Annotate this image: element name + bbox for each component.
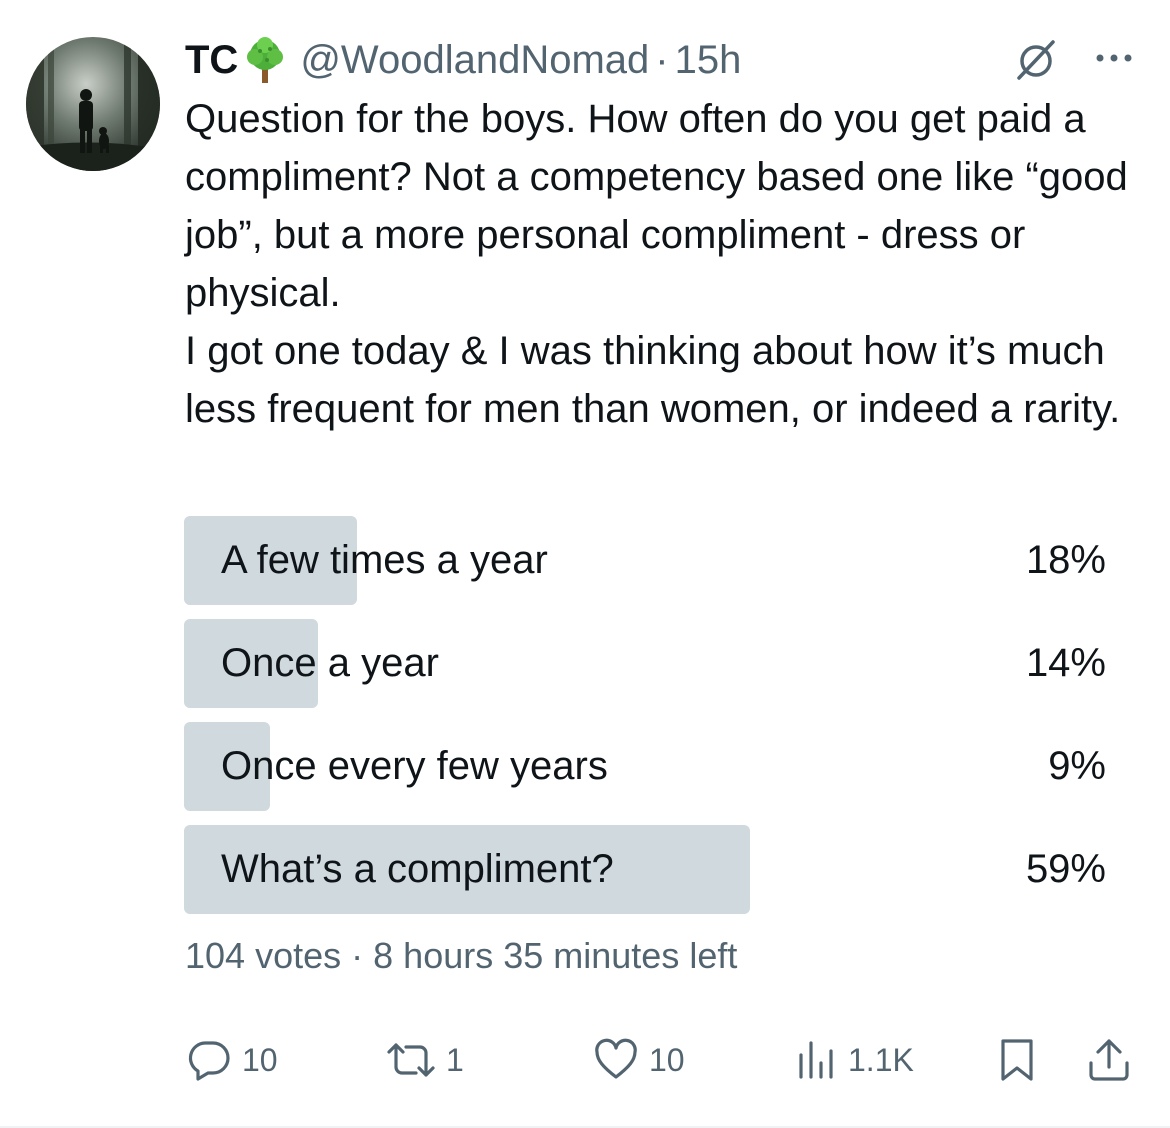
tweet-actions: 10 1 10 1.1K	[0, 1030, 1170, 1090]
retweet-button[interactable]: 1	[386, 1030, 464, 1090]
tweet-paragraph: I got one today & I was thinking about h…	[185, 329, 1121, 431]
tree-emoji-icon	[240, 35, 290, 85]
poll-meta: 104 votes · 8 hours 35 minutes left	[185, 935, 737, 977]
share-button[interactable]	[1086, 1030, 1132, 1090]
grok-icon[interactable]	[1014, 38, 1058, 82]
poll-time-left: 8 hours 35 minutes left	[373, 935, 738, 976]
poll-option: Once a year 14%	[184, 619, 1106, 708]
share-icon	[1086, 1037, 1132, 1083]
tweet-time[interactable]: 15h	[675, 38, 742, 83]
poll-option-label: Once a year	[221, 641, 439, 685]
poll: A few times a year 18% Once a year 14% O…	[184, 516, 1106, 928]
reply-count: 10	[242, 1041, 278, 1078]
tweet-header: TC @WoodlandNomad · 15h	[185, 32, 741, 88]
poll-option: What’s a compliment? 59%	[184, 825, 1106, 914]
header-separator: ·	[655, 37, 669, 82]
bookmark-icon	[997, 1037, 1037, 1083]
avatar[interactable]	[26, 37, 160, 171]
reply-button[interactable]: 10	[186, 1030, 278, 1090]
poll-option: A few times a year 18%	[184, 516, 1106, 605]
poll-option-label: Once every few years	[221, 744, 608, 788]
poll-option-percent: 9%	[1048, 744, 1106, 788]
retweet-count: 1	[446, 1041, 464, 1078]
views-button[interactable]: 1.1K	[796, 1030, 914, 1090]
poll-option-label: What’s a compliment?	[221, 847, 614, 891]
poll-option-percent: 59%	[1025, 847, 1106, 891]
display-name[interactable]: TC	[185, 38, 238, 83]
more-options-icon[interactable]	[1090, 46, 1138, 70]
poll-option-percent: 14%	[1025, 641, 1106, 685]
poll-option-percent: 18%	[1025, 538, 1106, 582]
retweet-icon	[386, 1037, 436, 1083]
bookmark-button[interactable]	[997, 1030, 1037, 1090]
views-icon	[796, 1037, 838, 1083]
tweet-text: Question for the boys. How often do you …	[185, 90, 1145, 438]
tweet-paragraph: Question for the boys. How often do you …	[185, 97, 1139, 315]
poll-option-label: A few times a year	[221, 538, 548, 582]
user-handle[interactable]: @WoodlandNomad	[300, 38, 649, 83]
poll-votes: 104 votes	[185, 935, 342, 976]
poll-meta-separator: ·	[351, 935, 364, 976]
like-button[interactable]: 10	[593, 1030, 685, 1090]
reply-icon	[186, 1037, 232, 1083]
poll-option: Once every few years 9%	[184, 722, 1106, 811]
heart-icon	[593, 1037, 639, 1083]
views-count: 1.1K	[848, 1041, 914, 1078]
like-count: 10	[649, 1041, 685, 1078]
